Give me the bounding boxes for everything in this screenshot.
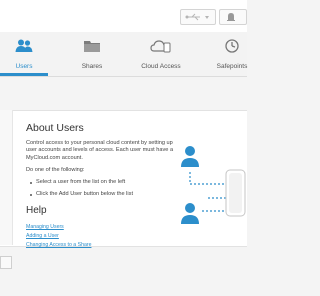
usb-status-button[interactable] [180, 9, 216, 25]
nav-shares[interactable]: Shares [68, 32, 116, 76]
active-tab-indicator [0, 73, 48, 76]
alerts-button[interactable] [219, 9, 247, 25]
help-title: Help [26, 205, 47, 216]
about-instruction: Do one of the following: [26, 167, 85, 173]
mycloud-device-icon [225, 169, 246, 217]
help-link-adding-user[interactable]: Adding a User [26, 233, 59, 239]
option-select-user: Select a user from the list on the left [36, 179, 126, 185]
about-intro: Control access to your personal cloud co… [26, 140, 174, 161]
cloud-icon [150, 40, 171, 53]
users-illustration [181, 146, 246, 224]
usb-icon [185, 13, 209, 21]
bullet-dot [30, 194, 32, 196]
nav-cloud-access-label: Cloud Access [141, 63, 181, 70]
safepoint-icon [225, 39, 239, 53]
user-figure-icon [181, 146, 199, 167]
top-bar [0, 0, 247, 32]
bell-icon [227, 13, 235, 21]
users-icon [15, 39, 33, 52]
nav-safepoints[interactable]: Safepoints [208, 32, 256, 76]
main-nav: Users Shares Cloud Access Safepoints [0, 32, 247, 77]
user-list-panel[interactable] [0, 110, 13, 245]
about-title: About Users [26, 122, 84, 134]
help-link-managing-users[interactable]: Managing Users [26, 224, 64, 230]
nav-cloud-access[interactable]: Cloud Access [134, 32, 188, 76]
nav-safepoints-label: Safepoints [216, 63, 248, 70]
add-user-button[interactable] [0, 256, 12, 269]
nav-users[interactable]: Users [0, 32, 48, 76]
option-add-user: Click the Add User button below the list [36, 191, 134, 197]
help-link-changing-access[interactable]: Changing Access to a Share [26, 242, 91, 248]
bullet-dot [30, 182, 32, 184]
folder-icon [84, 41, 100, 52]
nav-users-label: Users [15, 63, 33, 70]
user-figure-icon [181, 203, 199, 224]
nav-shares-label: Shares [81, 63, 103, 70]
